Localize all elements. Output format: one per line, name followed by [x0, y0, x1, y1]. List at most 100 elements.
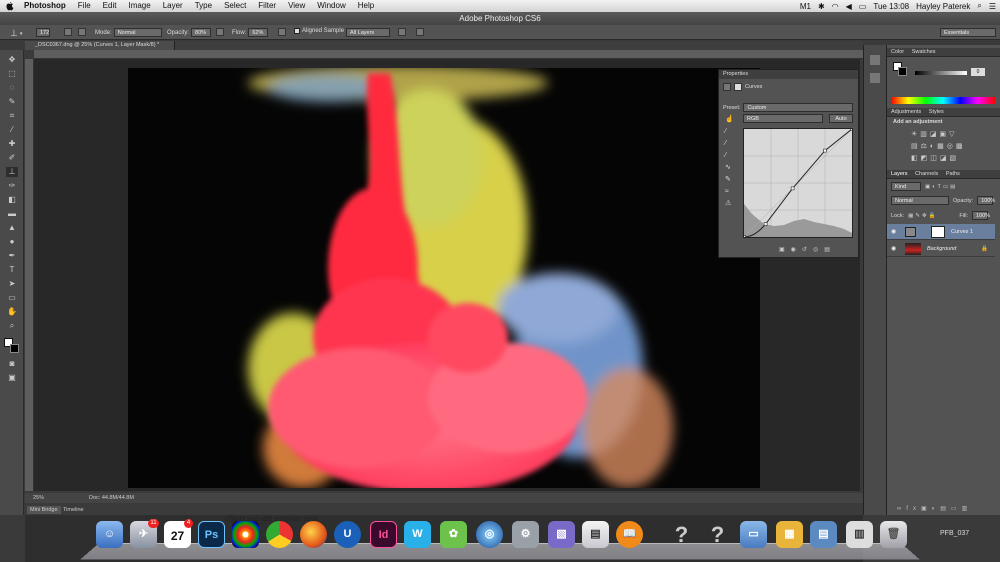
stack-icon-2[interactable]: ▥ [846, 521, 873, 548]
menu-app-name[interactable]: Photoshop [18, 0, 72, 12]
brush-tool-icon[interactable]: ✐ [6, 153, 18, 163]
clock[interactable]: Tue 13:08 [873, 2, 909, 11]
lasso-tool-icon[interactable]: ◌ [6, 83, 18, 93]
tab-adjustments[interactable]: Adjustments [891, 109, 921, 115]
path-select-tool-icon[interactable]: ➤ [6, 279, 18, 289]
purple-app-icon[interactable]: ▧ [548, 521, 575, 548]
status-badge[interactable]: M1 [800, 2, 811, 11]
reset-icon[interactable]: ↺ [802, 246, 807, 253]
layer-filter-select[interactable]: Kind [891, 182, 921, 191]
document-tab[interactable]: _DSC0367.dng @ 25% (Curves 1, Layer Mask… [25, 41, 175, 50]
brush-panel-button[interactable] [64, 28, 72, 36]
menu-image[interactable]: Image [122, 0, 156, 12]
missing-app-icon[interactable]: ? [668, 521, 695, 548]
network-app-icon[interactable]: ◎ [476, 521, 503, 548]
properties-header[interactable]: Properties [719, 70, 858, 79]
apple-icon[interactable] [6, 1, 14, 11]
gray-point-eyedropper-icon[interactable]: ⁄ [725, 138, 734, 150]
curve-point-4[interactable] [850, 127, 854, 131]
curve-point-0[interactable] [742, 235, 746, 239]
eye-icon[interactable]: ◉ [891, 241, 896, 257]
clip-to-layer-icon[interactable]: ▣ [779, 246, 785, 253]
doc-size[interactable]: Doc: 44.8M/44.8M [89, 493, 134, 503]
menu-file[interactable]: File [72, 0, 97, 12]
aligned-checkbox[interactable] [294, 28, 300, 34]
clone-source-button[interactable] [78, 28, 86, 36]
curve-point-2[interactable] [790, 186, 795, 191]
trash-icon[interactable]: 🗑 [880, 521, 907, 548]
indesign-dock-icon[interactable]: Id [370, 521, 397, 548]
curve-point-1[interactable] [763, 222, 768, 226]
smooth-curve-icon[interactable]: ≈ [725, 186, 734, 198]
menu-view[interactable]: View [282, 0, 311, 12]
zoom-tool-icon[interactable]: ⌕ [6, 321, 18, 331]
quick-mask-icon[interactable]: ◙ [6, 359, 18, 369]
tab-color[interactable]: Color [891, 49, 904, 55]
curves-graph[interactable] [742, 127, 854, 239]
tab-swatches[interactable]: Swatches [912, 49, 936, 55]
zoom-level[interactable]: 25% [33, 493, 44, 503]
missing-app-icon-2[interactable]: ? [704, 521, 731, 548]
tab-mini-bridge[interactable]: Mini Bridge [27, 506, 61, 514]
eraser-tool-icon[interactable]: ◧ [6, 195, 18, 205]
screen-mode-icon[interactable]: ▣ [6, 373, 18, 383]
clone-stamp-tool-icon[interactable]: ⊥ [6, 167, 18, 177]
preset-select[interactable]: Custom [743, 103, 854, 112]
sample-select[interactable]: All Layers [346, 28, 390, 37]
vertical-ruler[interactable] [25, 59, 34, 491]
menu-select[interactable]: Select [218, 0, 252, 12]
pencil-curve-icon[interactable]: ✎ [725, 174, 734, 186]
layer-row-curves[interactable]: ◉ Curves 1 [887, 224, 995, 240]
gradient-tool-icon[interactable]: ▬ [6, 209, 18, 219]
layer-opacity-field[interactable]: 100% [977, 196, 995, 205]
black-point-eyedropper-icon[interactable]: ⁄ [725, 126, 734, 138]
utorrent-icon[interactable]: U [334, 521, 361, 548]
menu-help[interactable]: Help [352, 0, 380, 12]
layer-row-background[interactable]: ◉ Background 🔒 [887, 241, 995, 257]
mode-select[interactable]: Normal [113, 28, 162, 37]
shape-tool-icon[interactable]: ▭ [6, 293, 18, 303]
hand-tool-icon[interactable]: ✋ [6, 307, 18, 317]
lock-icons[interactable]: ▦✎✥🔒 [908, 213, 937, 219]
pressure-opacity-button[interactable] [216, 28, 224, 36]
visibility-icon[interactable]: ◎ [813, 246, 818, 253]
layer-mask-thumb[interactable] [931, 226, 945, 238]
user-name[interactable]: Hayley Paterek [916, 2, 970, 11]
history-icon[interactable] [870, 55, 880, 65]
tab-styles[interactable]: Styles [929, 109, 944, 115]
dodge-tool-icon[interactable]: ● [6, 237, 18, 247]
adjustment-icons[interactable]: ☀▥◪▣▽ ▤⚖◐▦◎▩ ◧◩◫◪▧ [911, 129, 965, 165]
layer-filter-icons[interactable]: ▣◐T▭▤ [925, 184, 957, 190]
folder-icon[interactable]: ▭ [740, 521, 767, 548]
color-slider[interactable] [915, 71, 967, 75]
volume-icon[interactable]: ◀ [846, 2, 852, 11]
finder-icon[interactable]: ☺ [96, 521, 123, 548]
spotlight-icon[interactable]: ⌕ [977, 1, 981, 11]
on-image-adjust-icon[interactable]: ☝ [725, 114, 734, 126]
document-canvas[interactable] [128, 68, 760, 488]
color-picker-app-icon[interactable] [232, 521, 259, 548]
menu-filter[interactable]: Filter [252, 0, 282, 12]
menu-window[interactable]: Window [311, 0, 351, 12]
tab-layers[interactable]: Layers [891, 171, 908, 177]
flow-field[interactable]: 62% [248, 28, 269, 37]
move-tool-icon[interactable]: ✥ [6, 55, 18, 65]
curve-edit-icon[interactable]: ∿ [725, 162, 734, 174]
eye-icon[interactable]: ◉ [891, 224, 896, 240]
stack-icon[interactable]: ▤ [810, 521, 837, 548]
ibooks-icon[interactable]: 📖 [616, 521, 643, 548]
system-preferences-icon[interactable]: ⚙ [512, 521, 539, 548]
menu-layer[interactable]: Layer [157, 0, 189, 12]
chrome-icon[interactable] [266, 521, 293, 548]
view-previous-icon[interactable]: ◉ [791, 246, 796, 253]
opacity-field[interactable]: 80% [191, 28, 212, 37]
healing-tool-icon[interactable]: ✚ [6, 139, 18, 149]
pen-tool-icon[interactable]: ✒ [6, 251, 18, 261]
horizontal-ruler[interactable] [34, 50, 863, 59]
blend-mode-select[interactable]: Normal [891, 196, 949, 205]
type-tool-icon[interactable]: T [6, 265, 18, 275]
menu-edit[interactable]: Edit [97, 0, 123, 12]
delete-icon[interactable]: ▤ [824, 246, 830, 253]
clipping-warning-icon[interactable]: ⚠ [725, 198, 734, 210]
firefox-icon[interactable] [300, 521, 327, 548]
